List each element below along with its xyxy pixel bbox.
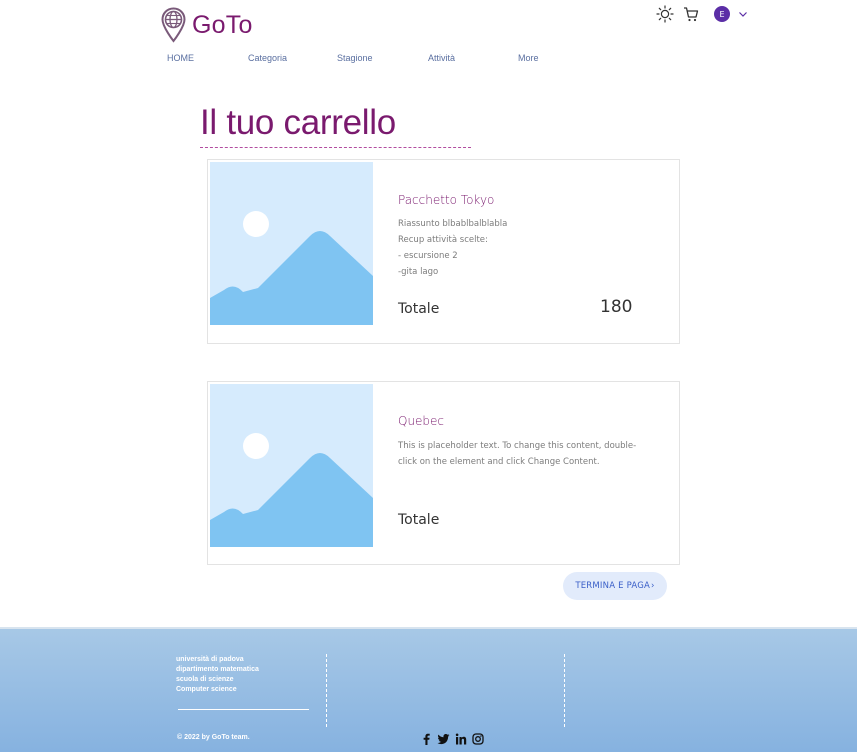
item-image-placeholder[interactable] <box>210 162 373 325</box>
chevron-right-icon: › <box>651 581 655 591</box>
footer-divider <box>564 654 565 727</box>
checkout-button[interactable]: TERMINA E PAGA › <box>563 572 667 600</box>
item-price: 180 <box>600 297 633 317</box>
facebook-icon[interactable] <box>421 732 432 750</box>
cart-item: Pacchetto Tokyo Riassunto blbablbalblabl… <box>207 159 680 344</box>
nav-categoria[interactable]: Categoria <box>248 53 287 63</box>
item-description: This is placeholder text. To change this… <box>398 441 637 467</box>
shopping-cart-icon[interactable] <box>682 5 700 23</box>
page-title: Il tuo carrello <box>200 103 396 142</box>
footer-info: università di padova dipartimento matema… <box>176 656 259 693</box>
footer-rule <box>178 709 309 710</box>
twitter-icon[interactable] <box>437 732 450 750</box>
globe-pin-icon <box>161 7 186 43</box>
chevron-down-icon[interactable] <box>738 9 748 19</box>
item-total-label: Totale <box>398 301 440 317</box>
brand-logo[interactable]: GoTo <box>161 7 253 43</box>
user-avatar[interactable]: E <box>714 6 730 22</box>
main-nav: HOME Categoria Stagione Attività More <box>0 53 857 65</box>
theme-toggle-sun-icon[interactable] <box>656 5 674 23</box>
site-footer: università di padova dipartimento matema… <box>0 627 857 752</box>
item-total-label: Totale <box>398 512 440 528</box>
item-title: Pacchetto Tokyo <box>398 193 495 207</box>
linkedin-icon[interactable] <box>455 732 467 750</box>
title-divider <box>200 147 471 148</box>
footer-divider <box>326 654 327 727</box>
nav-more[interactable]: More <box>518 53 539 63</box>
copyright: © 2022 by GoTo team. <box>177 734 250 741</box>
nav-attivita[interactable]: Attività <box>428 53 455 63</box>
social-links <box>421 732 489 750</box>
brand-name: GoTo <box>192 10 253 39</box>
item-image-placeholder[interactable] <box>210 384 373 547</box>
nav-stagione[interactable]: Stagione <box>337 53 373 63</box>
cart-item: Quebec This is placeholder text. To chan… <box>207 381 680 565</box>
item-title: Quebec <box>398 414 445 428</box>
item-description: Riassunto blbablbalblabla Recup attività… <box>398 219 508 277</box>
nav-home[interactable]: HOME <box>167 53 194 63</box>
instagram-icon[interactable] <box>472 732 484 750</box>
